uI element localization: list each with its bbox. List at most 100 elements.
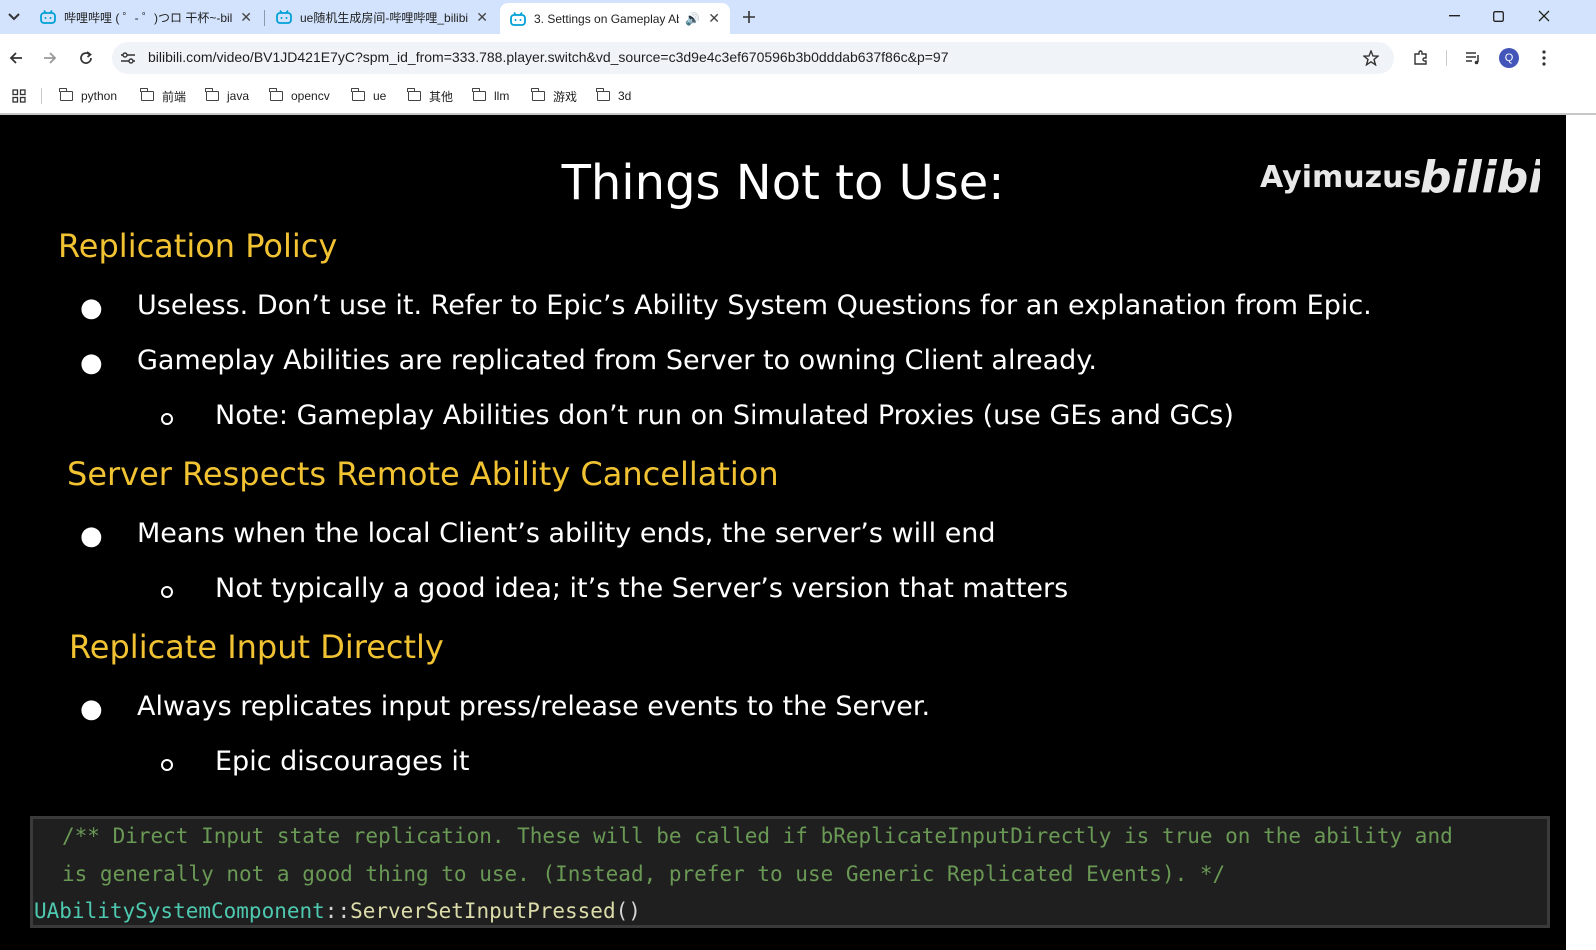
bullet-dot: ●	[80, 293, 103, 323]
kebab-menu-icon	[1542, 50, 1546, 66]
tab-bilibili-home[interactable]: 哔哩哔哩 ( ゜- ゜)つロ 干杯~-bilibili ✕	[30, 3, 262, 31]
sub-bullet-text: Note: Gameplay Abilities don’t run on Si…	[215, 400, 1234, 431]
page-scroll-gutter	[1566, 115, 1596, 950]
extensions-button[interactable]	[1410, 47, 1432, 69]
folder-icon	[351, 88, 365, 101]
folder-icon	[59, 88, 73, 101]
bilibili-tv-icon	[40, 10, 56, 24]
speaker-icon[interactable]: 🔊	[685, 12, 700, 26]
chevron-down-icon	[8, 13, 20, 21]
bookmark-folder-frontend[interactable]: 前端	[140, 87, 187, 105]
bookmark-folder-llm[interactable]: llm	[472, 87, 510, 105]
url-text[interactable]: bilibili.com/video/BV1JD421E7yC?spm_id_f…	[148, 49, 949, 65]
minimize-icon	[1448, 15, 1460, 17]
bookmark-label: java	[227, 89, 250, 103]
bookmark-label: 前端	[162, 89, 187, 104]
arrow-left-icon	[9, 52, 22, 64]
code-class-name: UAbilitySystemComponent	[34, 899, 325, 923]
folder-icon	[140, 88, 154, 101]
tab-separator	[264, 10, 265, 26]
minimize-button[interactable]	[1440, 5, 1468, 27]
close-icon[interactable]: ✕	[476, 9, 488, 26]
site-info-button[interactable]	[118, 48, 138, 68]
arrow-right-icon	[44, 52, 57, 64]
new-tab-button[interactable]	[738, 6, 760, 28]
bullet-dot: ●	[80, 694, 103, 724]
tab-settings-gameplay-abilities[interactable]: 3. Settings on Gameplay Abilities 🔊 ✕	[500, 3, 730, 34]
tab-title: ue随机生成房间-哔哩哔哩_bilibili	[300, 10, 469, 25]
uploader-watermark: Ayimuzus	[1260, 160, 1422, 195]
media-queue-icon	[1466, 52, 1479, 65]
bookmark-folder-python[interactable]: python	[59, 87, 118, 105]
maximize-icon	[1492, 10, 1504, 22]
reload-button[interactable]	[74, 46, 98, 70]
section-heading-server-respects-cancellation: Server Respects Remote Ability Cancellat…	[67, 455, 779, 493]
bookmark-label: llm	[494, 89, 510, 103]
sub-bullet-circle	[161, 413, 173, 425]
code-comment-line: is generally not a good thing to use. (I…	[62, 862, 1226, 886]
bookmark-label: 其他	[429, 89, 454, 104]
puzzle-icon	[1414, 50, 1427, 65]
code-signature-line: UAbilitySystemComponent::ServerSetInputP…	[34, 899, 641, 923]
code-parens: ()	[615, 899, 641, 923]
close-window-button[interactable]	[1530, 5, 1558, 27]
bilibili-tv-icon	[510, 11, 526, 26]
bookmark-folder-3d[interactable]: 3d	[596, 87, 632, 105]
bullet-dot: ●	[80, 348, 103, 378]
bookmark-folder-ue[interactable]: ue	[351, 87, 387, 105]
reload-icon	[80, 51, 92, 64]
tab-ue-room-video[interactable]: ue随机生成房间-哔哩哔哩_bilibili ✕	[266, 3, 498, 31]
forward-button[interactable]	[38, 46, 62, 70]
bookmark-folder-games[interactable]: 游戏	[531, 87, 578, 105]
code-scope-operator: ::	[324, 899, 351, 923]
maximize-button[interactable]	[1484, 5, 1512, 27]
folder-icon	[407, 88, 421, 101]
star-icon	[1363, 50, 1379, 66]
bookmark-folder-opencv[interactable]: opencv	[269, 87, 330, 105]
bullet-text: Always replicates input press/release ev…	[137, 691, 931, 722]
bookmark-label: 游戏	[553, 89, 578, 104]
folder-icon	[205, 88, 219, 101]
bookmark-folder-other[interactable]: 其他	[407, 87, 454, 105]
close-icon[interactable]: ✕	[708, 10, 720, 27]
bullet-text: Means when the local Client’s ability en…	[137, 518, 996, 549]
plus-icon	[743, 11, 755, 23]
bookmark-label: python	[81, 89, 118, 103]
bookmark-star-button[interactable]	[1360, 47, 1382, 69]
bilibili-logo-icon: bilibili	[1420, 144, 1574, 204]
profile-avatar[interactable]: Q	[1499, 48, 1519, 68]
section-heading-replication-policy: Replication Policy	[58, 227, 338, 265]
close-icon	[1538, 10, 1550, 22]
folder-icon	[269, 88, 283, 101]
bullet-text: Useless. Don’t use it. Refer to Epic’s A…	[137, 290, 1372, 321]
tune-icon	[121, 52, 135, 64]
back-button[interactable]	[4, 46, 28, 70]
code-function-name: ServerSetInputPressed	[350, 899, 616, 923]
sub-bullet-text: Epic discourages it	[215, 746, 470, 777]
close-icon[interactable]: ✕	[240, 9, 252, 26]
bookmarks-separator	[41, 88, 42, 104]
browser-menu-button[interactable]	[1534, 47, 1554, 69]
tab-title: 3. Settings on Gameplay Abilities	[534, 11, 679, 26]
bookmark-label: 3d	[618, 89, 632, 103]
tab-search-button[interactable]	[4, 7, 24, 27]
profile-initial: Q	[1504, 52, 1514, 64]
bookmark-label: ue	[373, 89, 387, 103]
apps-grid-icon	[12, 89, 26, 103]
apps-button[interactable]	[9, 86, 29, 106]
bookmark-folder-java[interactable]: java	[205, 87, 250, 105]
folder-icon	[472, 88, 486, 101]
sub-bullet-circle	[161, 759, 173, 771]
bullet-dot: ●	[80, 521, 103, 551]
sub-bullet-circle	[161, 586, 173, 598]
media-controls-button[interactable]	[1462, 47, 1484, 69]
code-comment-line: /** Direct Input state replication. Thes…	[62, 824, 1453, 848]
bilibili-logo-text: bilibili	[1420, 152, 1540, 200]
folder-icon	[531, 88, 545, 101]
sub-bullet-text: Not typically a good idea; it’s the Serv…	[215, 573, 1069, 604]
bookmark-label: opencv	[291, 89, 330, 103]
section-heading-replicate-input-directly: Replicate Input Directly	[69, 628, 444, 666]
toolbar-separator	[1446, 50, 1447, 66]
bullet-text: Gameplay Abilities are replicated from S…	[137, 345, 1097, 376]
folder-icon	[596, 88, 610, 101]
